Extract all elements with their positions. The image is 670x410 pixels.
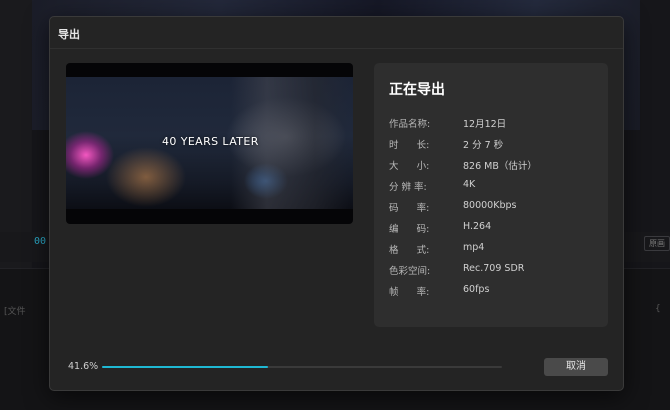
progress-percent: 41.6%	[68, 361, 99, 372]
info-row-resolution: 分 辨 率: 4K	[389, 179, 599, 193]
info-label: 编 码:	[389, 224, 430, 235]
player-timecode: 00	[34, 236, 47, 247]
info-row-name: 作品名称: 12月12日	[389, 116, 599, 130]
info-row-codec: 编 码: H.264	[389, 221, 599, 235]
export-dialog: 导出 40 YEARS LATER 正在导出 作品名称: 12月12日 时 长:…	[49, 16, 624, 391]
info-value: 12月12日	[463, 119, 507, 130]
info-label: 大 小:	[389, 161, 430, 172]
info-row-bitrate: 码 率: 80000Kbps	[389, 200, 599, 214]
info-label: 时 长:	[389, 140, 430, 151]
progress-bar-fill	[102, 366, 269, 368]
info-label: 码 率:	[389, 203, 430, 214]
info-value: 2 分 7 秒	[463, 140, 504, 151]
info-value: Rec.709 SDR	[463, 263, 525, 274]
info-row-duration: 时 长: 2 分 7 秒	[389, 137, 599, 151]
info-value: mp4	[463, 242, 485, 253]
info-label: 分 辨 率:	[389, 182, 427, 193]
info-row-color-space: 色彩空间: Rec.709 SDR	[389, 263, 599, 277]
info-row-frame-rate: 帧 率: 60fps	[389, 284, 599, 298]
info-value: 60fps	[463, 284, 490, 295]
info-value: 80000Kbps	[463, 200, 517, 211]
export-preview-thumbnail: 40 YEARS LATER	[66, 63, 353, 224]
info-label: 帧 率:	[389, 287, 430, 298]
preview-caption-text: 40 YEARS LATER	[162, 135, 259, 148]
info-value: 826 MB（估计）	[463, 161, 537, 172]
dialog-title: 导出	[58, 28, 80, 41]
title-divider	[50, 48, 623, 49]
info-label: 作品名称:	[389, 119, 431, 130]
info-label: 色彩空间:	[389, 266, 431, 277]
original-ratio-button[interactable]: 原画	[644, 236, 670, 251]
cancel-button[interactable]: 取消	[544, 358, 608, 376]
info-value: 4K	[463, 179, 476, 190]
timeline-label-left: [文件	[4, 307, 26, 317]
info-row-format: 格 式: mp4	[389, 242, 599, 256]
info-row-size: 大 小: 826 MB（估计）	[389, 158, 599, 172]
info-label: 格 式:	[389, 245, 430, 256]
export-progress-bar	[102, 366, 502, 368]
export-status-heading: 正在导出	[389, 82, 445, 98]
timeline-label-right: {	[655, 304, 661, 314]
info-value: H.264	[463, 221, 492, 232]
export-info-panel: 正在导出 作品名称: 12月12日 时 长: 2 分 7 秒 大 小: 826 …	[374, 63, 608, 327]
